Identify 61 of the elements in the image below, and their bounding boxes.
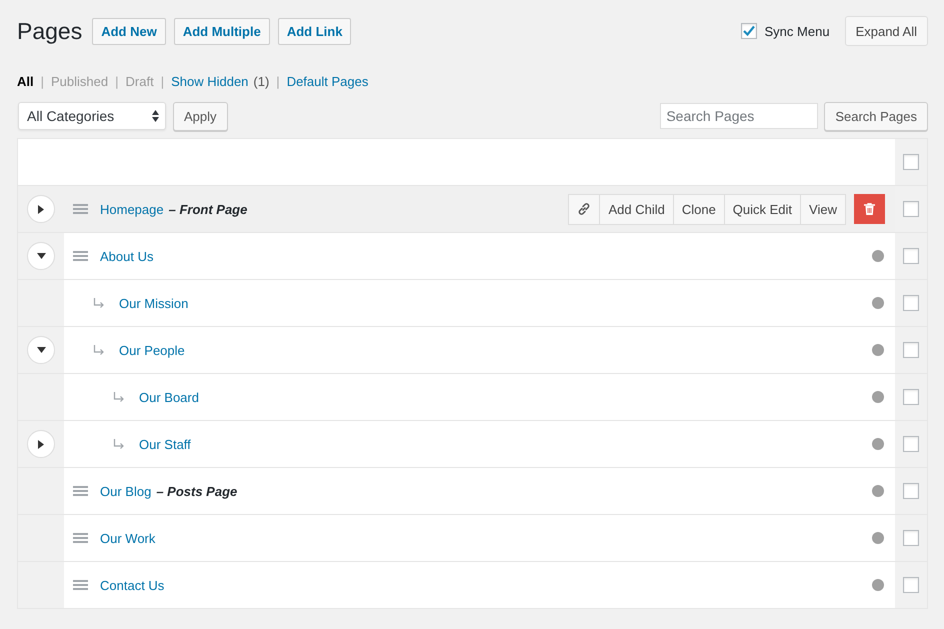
link-icon [577, 202, 592, 216]
caret-down-icon [36, 347, 46, 353]
select-arrows-icon [152, 110, 159, 122]
search-button[interactable]: Search Pages [824, 102, 928, 130]
row-checkbox[interactable] [903, 436, 919, 452]
toggle-button[interactable] [27, 242, 55, 270]
row-checkbox[interactable] [903, 483, 919, 499]
child-arrow-icon [113, 392, 125, 402]
search-field[interactable]: Search Pages [660, 103, 818, 129]
row-checkbox[interactable] [903, 389, 919, 405]
child-arrow-icon [93, 298, 105, 308]
separator: | [115, 74, 119, 88]
separator: | [276, 74, 280, 88]
page-link[interactable]: Our Work [100, 530, 156, 546]
row-checkbox[interactable] [903, 530, 919, 546]
add-button[interactable]: Add New [92, 18, 166, 44]
caret-right-icon [38, 204, 44, 214]
child-arrow-icon [113, 439, 125, 449]
toggle-button[interactable] [27, 195, 55, 223]
sync-label: Sync Menu [764, 24, 830, 38]
page-link[interactable]: Our Staff [139, 436, 191, 452]
sync-checkbox[interactable] [740, 23, 757, 39]
drag-handle-icon[interactable] [73, 204, 88, 214]
row-checkbox[interactable] [903, 577, 919, 593]
trash-icon [864, 203, 875, 215]
page-type-label: – Posts Page [156, 484, 238, 498]
page-link[interactable]: Our Board [139, 390, 199, 404]
toggle-button[interactable] [27, 430, 55, 458]
caret-down-icon [36, 253, 46, 259]
drag-handle-icon[interactable] [73, 251, 88, 261]
page-type-label: – Front Page [168, 202, 248, 216]
page-link[interactable]: About Us [100, 248, 154, 264]
category-select[interactable]: All Categories [18, 102, 166, 130]
row-checkbox[interactable] [903, 342, 919, 358]
expand-all-button[interactable]: Expand All [844, 16, 928, 46]
row-checkbox[interactable] [903, 248, 919, 264]
separator: | [40, 74, 44, 88]
add-button[interactable]: Add Multiple [174, 18, 270, 44]
caret-right-icon [38, 440, 44, 448]
add-button[interactable]: Add Link [278, 18, 352, 44]
row-checkbox[interactable] [903, 201, 919, 217]
select-all-checkbox[interactable] [903, 154, 919, 170]
toggle-button[interactable] [27, 336, 55, 364]
filter-count: (1) [253, 74, 270, 88]
child-arrow-icon [93, 345, 105, 355]
apply-button[interactable]: Apply [173, 102, 228, 130]
page-link[interactable]: Homepage [100, 202, 164, 216]
page-link[interactable]: Our Mission [119, 296, 188, 310]
filter-link[interactable]: Show Hidden [171, 74, 248, 88]
page-link[interactable]: Contact Us [100, 578, 164, 592]
drag-handle-icon[interactable] [73, 486, 88, 496]
page-link[interactable]: Our People [119, 342, 185, 358]
drag-handle-icon[interactable] [73, 533, 88, 543]
row-checkbox[interactable] [903, 295, 919, 311]
delete-button[interactable] [854, 194, 885, 224]
filter-link[interactable]: All [17, 74, 34, 88]
page-title: Pages [17, 18, 82, 44]
separator: | [160, 74, 164, 88]
drag-handle-icon[interactable] [73, 580, 88, 590]
filter-link[interactable]: Default Pages [286, 74, 368, 88]
page-link[interactable]: Our Blog [100, 484, 152, 498]
